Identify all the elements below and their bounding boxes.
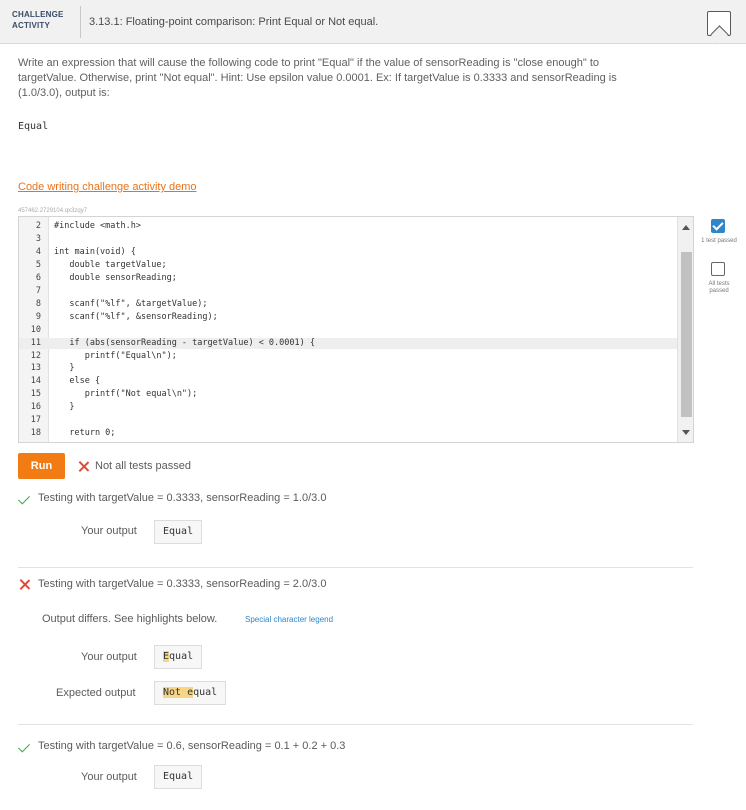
test-2-expected-output-label: Expected output <box>56 687 136 699</box>
line-number: 11 <box>30 337 41 348</box>
code-text[interactable]: double targetValue; <box>54 260 166 271</box>
code-text[interactable]: scanf("%lf", &targetValue); <box>54 299 207 310</box>
all-tests-passed-label: All tests passed <box>708 281 730 294</box>
line-number: 7 <box>35 285 41 296</box>
output-text: qual <box>169 651 194 662</box>
code-line[interactable]: 6 double sensorReading; <box>19 273 677 284</box>
line-number: 9 <box>35 311 41 322</box>
output-differs-text: Output differs. See highlights below. <box>42 613 218 625</box>
code-line[interactable]: 12 printf("Equal\n"); <box>19 351 677 362</box>
line-number: 18 <box>30 428 41 439</box>
code-text[interactable]: return 0; <box>54 428 115 439</box>
code-line[interactable]: 10 <box>19 325 677 336</box>
line-number: 4 <box>35 246 41 257</box>
example-output: Equal <box>18 121 49 132</box>
line-number: 3 <box>35 233 41 244</box>
code-line[interactable]: 5 double targetValue; <box>19 260 677 271</box>
editor-id: 457462.2729104.qx3zqy7 <box>18 208 88 214</box>
demo-link[interactable]: Code writing challenge activity demo <box>18 181 197 193</box>
line-number: 10 <box>30 324 41 335</box>
line-number: 16 <box>30 402 41 413</box>
all-tests-passed-checkbox-icon <box>711 262 725 276</box>
line-number: 6 <box>35 272 41 283</box>
code-line[interactable]: 2 #include <math.h> <box>19 221 677 232</box>
test-3-your-output: Equal <box>154 765 203 789</box>
code-line[interactable]: 7 <box>19 286 677 297</box>
activity-header: CHALLENGE ACTIVITY 3.13.1: Floating-poin… <box>0 0 746 44</box>
fail-x-icon <box>19 579 30 590</box>
badge-line-2: ACTIVITY <box>12 21 51 30</box>
code-text[interactable]: #include <math.h> <box>54 221 141 232</box>
scroll-up-arrow-icon[interactable] <box>682 225 690 230</box>
pass-check-icon <box>18 496 30 504</box>
run-status: Not all tests passed <box>95 460 191 472</box>
code-text[interactable]: if (abs(sensorReading - targetValue) < 0… <box>54 338 315 349</box>
code-line[interactable]: 18 return 0; <box>19 428 677 439</box>
line-number: 17 <box>30 415 41 426</box>
instructions-text: Write an expression that will cause the … <box>18 57 617 99</box>
test-1-title: Testing with targetValue = 0.3333, senso… <box>38 492 327 504</box>
header-divider <box>80 6 81 38</box>
bookmark-icon[interactable] <box>707 11 731 36</box>
output-text: qual <box>193 687 218 698</box>
code-text[interactable]: } <box>54 363 74 374</box>
run-button[interactable]: Run <box>18 453 65 479</box>
code-text[interactable]: int main(void) { <box>54 247 136 258</box>
special-character-legend-link[interactable]: Special character legend <box>245 615 333 624</box>
test-2-expected-output: Not equal <box>154 681 227 705</box>
line-number: 13 <box>30 363 41 374</box>
code-text[interactable]: } <box>54 402 74 413</box>
test-2-your-output-label: Your output <box>81 651 137 663</box>
code-line[interactable]: 8 scanf("%lf", &targetValue); <box>19 299 677 310</box>
divider <box>18 724 693 725</box>
code-line[interactable]: 13 } <box>19 363 677 374</box>
code-line[interactable]: 15 printf("Not equal\n"); <box>19 389 677 400</box>
code-line[interactable]: 17 <box>19 415 677 426</box>
line-number: 5 <box>35 259 41 270</box>
code-editor[interactable]: 2 #include <math.h> 3 4 int main(void) { 5 do… <box>18 216 694 443</box>
code-line[interactable]: 3 <box>19 234 677 245</box>
test-2-title: Testing with targetValue = 0.3333, senso… <box>38 578 327 590</box>
test-2-your-output: Equal <box>154 645 203 669</box>
line-number: 2 <box>35 221 41 231</box>
line-number: 12 <box>30 350 41 361</box>
scroll-thumb[interactable] <box>681 252 692 417</box>
editor-scrollbar[interactable] <box>677 217 693 442</box>
code-line[interactable]: 14 else { <box>19 376 677 387</box>
line-number: 15 <box>30 389 41 400</box>
activity-title: 3.13.1: Floating-point comparison: Print… <box>89 16 379 28</box>
code-text[interactable]: double sensorReading; <box>54 273 176 284</box>
code-text[interactable]: printf("Equal\n"); <box>54 351 177 362</box>
code-line[interactable]: 16 } <box>19 402 677 413</box>
one-test-passed-label: 1 test passed <box>701 238 737 244</box>
test-3-title: Testing with targetValue = 0.6, sensorRe… <box>38 740 346 752</box>
code-line[interactable]: 11 if (abs(sensorReading - targetValue) … <box>19 337 677 349</box>
fail-x-icon <box>78 461 89 472</box>
divider <box>18 567 693 568</box>
code-line[interactable]: 4 int main(void) { <box>19 247 677 258</box>
code-text[interactable]: scanf("%lf", &sensorReading); <box>54 312 217 323</box>
one-test-passed-checkbox-icon <box>711 219 725 233</box>
code-text[interactable]: else { <box>54 376 100 387</box>
badge-line-1: CHALLENGE <box>12 10 64 19</box>
test-3-your-output-label: Your output <box>81 771 137 783</box>
code-line[interactable]: 9 scanf("%lf", &sensorReading); <box>19 312 677 323</box>
pass-check-icon <box>18 744 30 752</box>
scroll-down-arrow-icon[interactable] <box>682 430 690 435</box>
code-text[interactable]: printf("Not equal\n"); <box>54 389 198 400</box>
test-1-your-output-label: Your output <box>81 525 137 537</box>
challenge-activity-badge: CHALLENGE ACTIVITY <box>12 9 74 31</box>
line-number: 8 <box>35 298 41 309</box>
diff-highlight: Not e <box>163 687 194 698</box>
line-number: 14 <box>30 376 41 387</box>
test-1-your-output: Equal <box>154 520 203 544</box>
